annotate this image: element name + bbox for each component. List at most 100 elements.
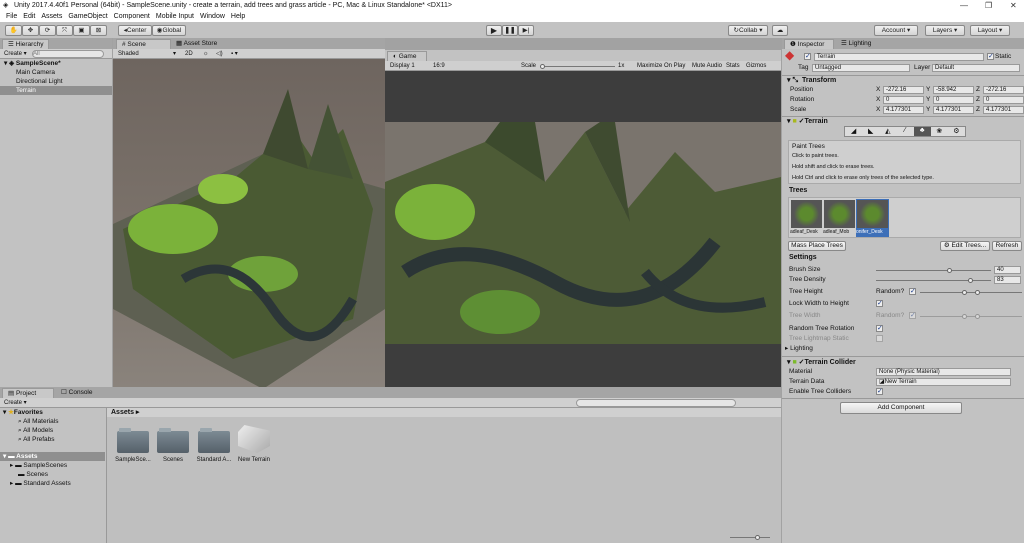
menu-gameobject[interactable]: GameObject <box>68 13 107 20</box>
favorite-all-materials[interactable]: ⌕ All Materials <box>0 417 105 426</box>
terrain-data-field[interactable]: ◪New Terrain <box>876 378 1011 386</box>
folder-icon[interactable] <box>117 428 149 453</box>
menu-window[interactable]: Window <box>200 13 225 20</box>
menu-component[interactable]: Component <box>114 13 150 20</box>
paint-trees-tool-icon[interactable]: ♣ <box>913 127 931 136</box>
tab-lighting[interactable]: ☰ Lighting <box>836 39 877 49</box>
brush-size-slider[interactable] <box>876 268 991 273</box>
hand-tool-icon[interactable]: ✋ <box>5 25 22 36</box>
scene-viewport[interactable] <box>113 59 385 389</box>
pivot-center-button[interactable]: ◂Center <box>118 25 152 36</box>
menu-edit[interactable]: Edit <box>23 13 35 20</box>
display-dropdown[interactable]: Display 1 <box>390 61 415 71</box>
menu-file[interactable]: File <box>6 13 17 20</box>
effects-toggle-icon[interactable]: ▪ ▾ <box>231 49 238 59</box>
paint-height-tool-icon[interactable]: ◣ <box>862 127 879 136</box>
game-viewport[interactable] <box>385 122 781 344</box>
aspect-dropdown[interactable]: 16:9 <box>433 61 445 71</box>
stats-toggle[interactable]: Stats <box>726 61 740 71</box>
tree-height-range-slider[interactable] <box>920 290 1022 295</box>
project-search-input[interactable] <box>576 399 736 407</box>
paint-details-tool-icon[interactable]: ❀ <box>931 127 948 136</box>
edit-trees-button[interactable]: ⚙ Edit Trees... <box>940 241 990 251</box>
maximize-button[interactable]: ❐ <box>985 0 992 11</box>
lock-width-checkbox[interactable]: ✓ <box>876 300 883 307</box>
hierarchy-item-main-camera[interactable]: Main Camera <box>0 68 112 77</box>
brush-size-field[interactable]: 40 <box>994 266 1021 274</box>
rotation-y-field[interactable]: 0 <box>933 96 974 104</box>
position-z-field[interactable]: -272.16 <box>983 86 1024 94</box>
tree-prototype[interactable]: onifer_Desk <box>856 199 889 237</box>
2d-toggle[interactable]: 2D <box>185 49 193 59</box>
pivot-global-button[interactable]: ◉Global <box>152 25 186 36</box>
collab-button[interactable]: ↻Collab ▾ <box>728 25 768 36</box>
maximize-on-play-toggle[interactable]: Maximize On Play <box>637 61 685 71</box>
create-button[interactable]: Create <box>4 51 22 57</box>
hierarchy-search-input[interactable] <box>32 50 104 58</box>
favorites-folder[interactable]: ▾ ★Favorites <box>0 408 105 417</box>
tab-console[interactable]: ☐ Console <box>56 388 98 398</box>
lighting-foldout[interactable]: ▸ Lighting <box>785 344 813 353</box>
position-y-field[interactable]: -58.942 <box>933 86 974 94</box>
hierarchy-item-terrain[interactable]: Terrain <box>0 86 112 95</box>
tab-game[interactable]: ◐ Game <box>387 51 427 61</box>
random-rotation-checkbox[interactable]: ✓ <box>876 325 883 332</box>
project-create-button[interactable]: Create <box>4 400 22 406</box>
static-checkbox[interactable]: ✓ <box>987 53 994 60</box>
menu-mobile-input[interactable]: Mobile Input <box>156 13 194 20</box>
hierarchy-item-directional-light[interactable]: Directional Light <box>0 77 112 86</box>
mute-audio-toggle[interactable]: Mute Audio <box>692 61 722 71</box>
layers-dropdown[interactable]: Layers ▾ <box>925 25 965 36</box>
enable-tree-colliders-checkbox[interactable]: ✓ <box>876 388 883 395</box>
favorite-all-prefabs[interactable]: ⌕ All Prefabs <box>0 435 105 444</box>
layout-dropdown[interactable]: Layout ▾ <box>970 25 1010 36</box>
mass-place-trees-button[interactable]: Mass Place Trees <box>788 241 846 251</box>
menu-help[interactable]: Help <box>231 13 245 20</box>
icon-size-slider[interactable] <box>730 535 770 540</box>
rotate-tool-icon[interactable]: ⟳ <box>39 25 56 36</box>
folder-standard-assets[interactable]: ▸ ▬ Standard Assets <box>0 479 105 488</box>
favorite-all-models[interactable]: ⌕ All Models <box>0 426 105 435</box>
tree-prototype[interactable]: adleaf_Desk <box>790 199 823 237</box>
folder-icon[interactable] <box>157 428 189 453</box>
lighting-toggle-icon[interactable]: ☼ <box>203 49 209 59</box>
step-button[interactable]: ▶| <box>518 25 534 36</box>
rect-tool-icon[interactable]: ▣ <box>73 25 90 36</box>
add-component-button[interactable]: Add Component <box>840 402 962 414</box>
rotation-z-field[interactable]: 0 <box>983 96 1024 104</box>
refresh-button[interactable]: Refresh <box>992 241 1022 251</box>
scale-y-field[interactable]: 4.177301 <box>933 106 974 114</box>
folder-scenes[interactable]: ▬ Scenes <box>0 470 105 479</box>
scale-slider[interactable] <box>540 64 615 69</box>
active-checkbox[interactable]: ✓ <box>804 53 811 60</box>
rotation-x-field[interactable]: 0 <box>883 96 924 104</box>
tab-scene[interactable]: # Scene <box>116 39 171 49</box>
tree-height-random-checkbox[interactable]: ✓ <box>909 288 916 295</box>
material-field[interactable]: None (Physic Material) <box>876 368 1011 376</box>
tree-density-slider[interactable] <box>876 278 991 283</box>
tab-project[interactable]: ▤ Project <box>2 388 54 398</box>
object-name-field[interactable]: Terrain <box>814 53 984 61</box>
folder-samplescenes[interactable]: ▸ ▬ SampleScenes <box>0 461 105 470</box>
scale-z-field[interactable]: 4.177301 <box>983 106 1024 114</box>
layer-dropdown[interactable]: Default <box>932 64 1020 72</box>
asset-breadcrumb[interactable]: Assets ▸ <box>107 408 781 417</box>
gizmos-dropdown[interactable]: Gizmos <box>746 61 766 71</box>
scale-x-field[interactable]: 4.177301 <box>883 106 924 114</box>
position-x-field[interactable]: -272.16 <box>883 86 924 94</box>
tab-asset-store[interactable]: ▦ Asset Store <box>171 39 223 49</box>
move-tool-icon[interactable]: ✥ <box>22 25 39 36</box>
minimize-button[interactable]: — <box>960 0 968 11</box>
scale-tool-icon[interactable]: ⤧ <box>56 25 73 36</box>
terrain-collider-header[interactable]: ▾ ■ ✓Terrain Collider <box>787 358 856 366</box>
tree-density-field[interactable]: 83 <box>994 276 1021 284</box>
scene-root[interactable]: ▾ ◈ SampleScene* <box>0 59 112 68</box>
smooth-height-tool-icon[interactable]: ◭ <box>879 127 896 136</box>
transform-header[interactable]: ▾ ⤡ Transform <box>787 76 836 85</box>
close-button[interactable]: ✕ <box>1010 0 1017 11</box>
transform-tool-icon[interactable]: ⊠ <box>90 25 107 36</box>
audio-toggle-icon[interactable]: ◁) <box>216 49 223 59</box>
play-button[interactable]: ▶ <box>486 25 502 36</box>
menu-assets[interactable]: Assets <box>41 13 62 20</box>
cloud-icon[interactable]: ☁ <box>772 25 788 36</box>
